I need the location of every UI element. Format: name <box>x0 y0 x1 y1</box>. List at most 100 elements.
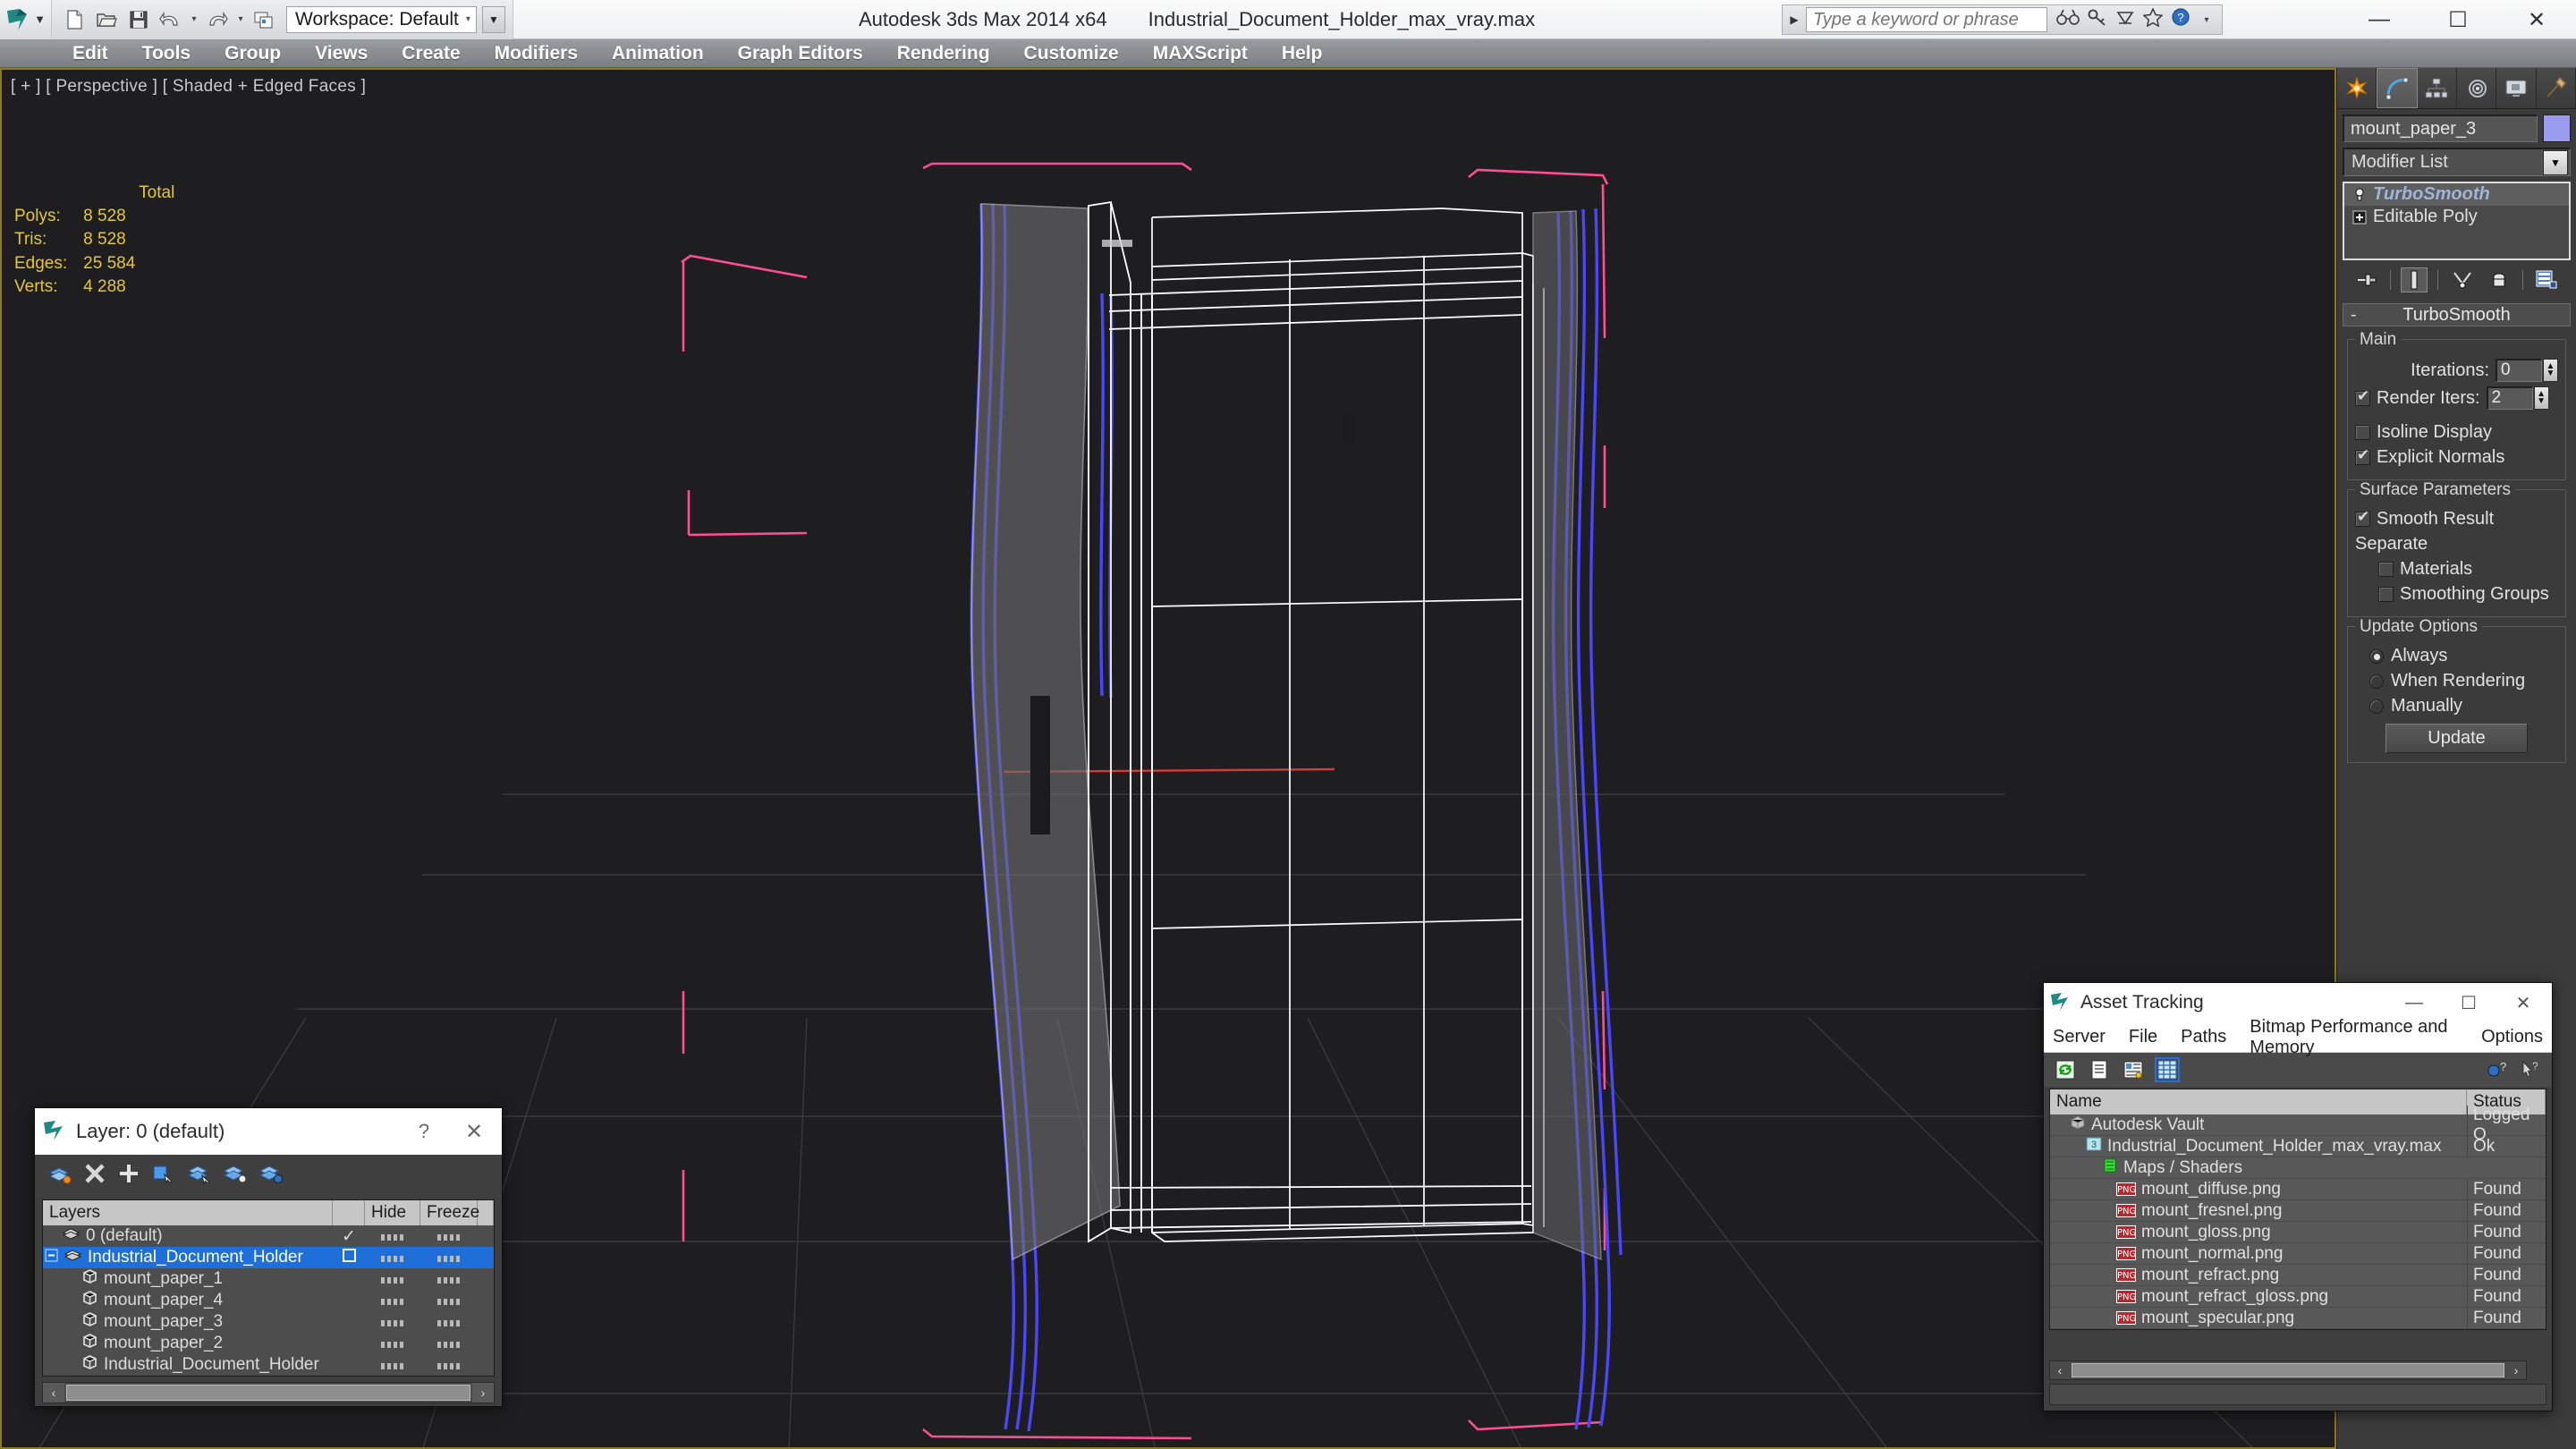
hide-toggle[interactable] <box>365 1355 420 1375</box>
modifier-list-dropdown[interactable]: Modifier List ▼ <box>2343 148 2571 176</box>
menu-item-group[interactable]: Group <box>208 39 298 68</box>
current-layer-check[interactable] <box>333 1248 365 1267</box>
freeze-toggle[interactable] <box>420 1226 478 1246</box>
asset-minimize-button[interactable]: — <box>2391 993 2437 1013</box>
maximize-button[interactable]: ☐ <box>2419 0 2497 39</box>
asset-menu-options[interactable]: Options <box>2481 1027 2543 1047</box>
freeze-toggle[interactable] <box>420 1269 478 1289</box>
column-layers[interactable]: Layers <box>43 1200 333 1225</box>
save-icon[interactable] <box>123 4 154 35</box>
workspace-selector[interactable]: Workspace: Default ▾ <box>286 5 477 33</box>
table-row[interactable]: mount_paper_1 <box>43 1268 494 1290</box>
iterations-spinner-arrows-icon[interactable]: ▲ ▼ <box>2543 359 2558 382</box>
freeze-toggle[interactable] <box>420 1355 478 1375</box>
undo-dropdown-caret-icon[interactable]: ▾ <box>188 14 200 24</box>
manually-radio[interactable] <box>2369 699 2384 714</box>
render-iters-spinner[interactable]: 2 ▲ ▼ <box>2486 386 2549 410</box>
table-row[interactable]: PNG mount_refract.png Found <box>2050 1265 2546 1286</box>
table-row[interactable]: Maps / Shaders <box>2050 1157 2546 1179</box>
menu-item-modifiers[interactable]: Modifiers <box>478 39 595 68</box>
delete-layer-icon[interactable] <box>83 1162 106 1191</box>
modify-tab[interactable] <box>2377 68 2418 108</box>
layer-dialog[interactable]: Layer: 0 (default) ? ✕ Layers Hide Freez… <box>34 1107 503 1407</box>
minimize-button[interactable]: — <box>2340 0 2419 39</box>
render-iters-spinner-arrows-icon[interactable]: ▲ ▼ <box>2533 386 2549 410</box>
object-name-field[interactable]: mount_paper_3 <box>2343 114 2538 142</box>
table-row[interactable]: 3 Industrial_Document_Holder_max_vray.ma… <box>2050 1136 2546 1157</box>
column-hide[interactable]: Hide <box>365 1200 420 1225</box>
table-row[interactable]: mount_paper_3 <box>43 1311 494 1333</box>
motion-tab[interactable] <box>2456 68 2497 108</box>
update-button[interactable]: Update <box>2385 724 2528 753</box>
table-row[interactable]: PNG mount_diffuse.png Found <box>2050 1179 2546 1200</box>
asset-maximize-button[interactable]: ☐ <box>2445 992 2492 1014</box>
render-iters-value[interactable]: 2 <box>2486 386 2533 410</box>
table-row[interactable]: Industrial_Document_Holder <box>43 1247 494 1268</box>
configure-modifier-sets-icon[interactable] <box>2533 267 2560 292</box>
menu-item-customize[interactable]: Customize <box>1007 39 1136 68</box>
scroll-left-arrow-icon[interactable]: ‹ <box>2050 1363 2070 1377</box>
freeze-toggle[interactable] <box>420 1312 478 1332</box>
menu-item-views[interactable]: Views <box>298 39 385 68</box>
help-dropdown-caret-icon[interactable]: ▾ <box>2200 15 2213 25</box>
hide-toggle[interactable] <box>365 1291 420 1310</box>
make-unique-icon[interactable] <box>2449 267 2476 292</box>
key-icon[interactable] <box>2088 8 2107 31</box>
expander-icon[interactable] <box>45 1248 58 1267</box>
hide-toggle[interactable] <box>365 1248 420 1267</box>
help-icon[interactable]: ? <box>2171 7 2192 32</box>
new-layer-icon[interactable] <box>47 1162 72 1191</box>
menu-item-edit[interactable]: Edit <box>55 39 125 68</box>
table-row[interactable]: Industrial_Document_Holder <box>43 1354 494 1376</box>
scroll-left-arrow-icon[interactable]: ‹ <box>43 1383 64 1402</box>
layer-dialog-close-button[interactable]: ✕ <box>453 1119 495 1145</box>
app-logo-button[interactable]: ▼ <box>0 0 52 39</box>
undo-icon[interactable] <box>156 4 186 35</box>
smooth-result-checkbox[interactable] <box>2355 508 2370 527</box>
star-icon[interactable] <box>2142 6 2164 32</box>
close-button[interactable]: ✕ <box>2497 0 2576 39</box>
table-row[interactable]: PNG mount_normal.png Found <box>2050 1243 2546 1265</box>
grid-view-icon[interactable] <box>2155 1057 2180 1082</box>
explicit-normals-checkbox[interactable] <box>2355 446 2370 465</box>
set-project-folder-icon[interactable] <box>249 4 279 35</box>
layer-properties-icon[interactable] <box>258 1162 284 1191</box>
smoothing-groups-checkbox[interactable] <box>2378 587 2394 602</box>
hide-toggle[interactable] <box>365 1226 420 1246</box>
modifier-stack-item-turbosmooth[interactable]: TurboSmooth <box>2344 183 2569 206</box>
table-row[interactable]: PNG mount_gloss.png Found <box>2050 1222 2546 1243</box>
column-current[interactable] <box>333 1200 365 1225</box>
details-view-icon[interactable] <box>2123 1059 2144 1080</box>
asset-tracking-dialog[interactable]: Asset Tracking — ☐ ✕ Server File Paths B… <box>2043 982 2553 1411</box>
table-row[interactable]: mount_paper_2 <box>43 1333 494 1354</box>
help-pick-icon[interactable]: ? <box>2520 1059 2541 1080</box>
help-new-icon[interactable]: ? <box>2486 1059 2507 1080</box>
display-tab[interactable] <box>2496 68 2537 108</box>
column-name[interactable]: Name <box>2050 1089 2467 1114</box>
pin-stack-icon[interactable] <box>2353 267 2380 292</box>
isoline-display-checkbox[interactable] <box>2355 425 2370 440</box>
add-selection-icon[interactable] <box>117 1162 140 1191</box>
rollout-header-turbosmooth[interactable]: - TurboSmooth <box>2343 303 2571 326</box>
layer-dialog-help-button[interactable]: ? <box>403 1120 445 1143</box>
hierarchy-tab[interactable] <box>2417 68 2457 108</box>
highlight-selected-icon[interactable] <box>223 1162 248 1191</box>
menu-item-tools[interactable]: Tools <box>125 39 208 68</box>
rollout-collapse-icon[interactable]: - <box>2351 305 2357 326</box>
asset-menu-bitmap-performance[interactable]: Bitmap Performance and Memory <box>2250 1017 2458 1058</box>
menu-item-animation[interactable]: Animation <box>595 39 721 68</box>
redo-icon[interactable] <box>202 4 233 35</box>
refresh-icon[interactable] <box>2055 1059 2076 1080</box>
freeze-toggle[interactable] <box>420 1291 478 1310</box>
hide-toggle[interactable] <box>365 1334 420 1353</box>
binoculars-icon[interactable] <box>2056 8 2080 31</box>
select-highlighted-icon[interactable] <box>187 1162 212 1191</box>
plus-box-icon[interactable] <box>2351 209 2367 225</box>
current-layer-check[interactable]: ✓ <box>333 1226 365 1247</box>
menu-item-rendering[interactable]: Rendering <box>880 39 1007 68</box>
column-freeze[interactable]: Freeze <box>420 1200 479 1225</box>
new-icon[interactable] <box>59 4 89 35</box>
hide-toggle[interactable] <box>365 1312 420 1332</box>
table-row[interactable]: 0 (default) ✓ <box>43 1225 494 1247</box>
layer-horizontal-scrollbar[interactable]: ‹ › <box>42 1382 495 1403</box>
